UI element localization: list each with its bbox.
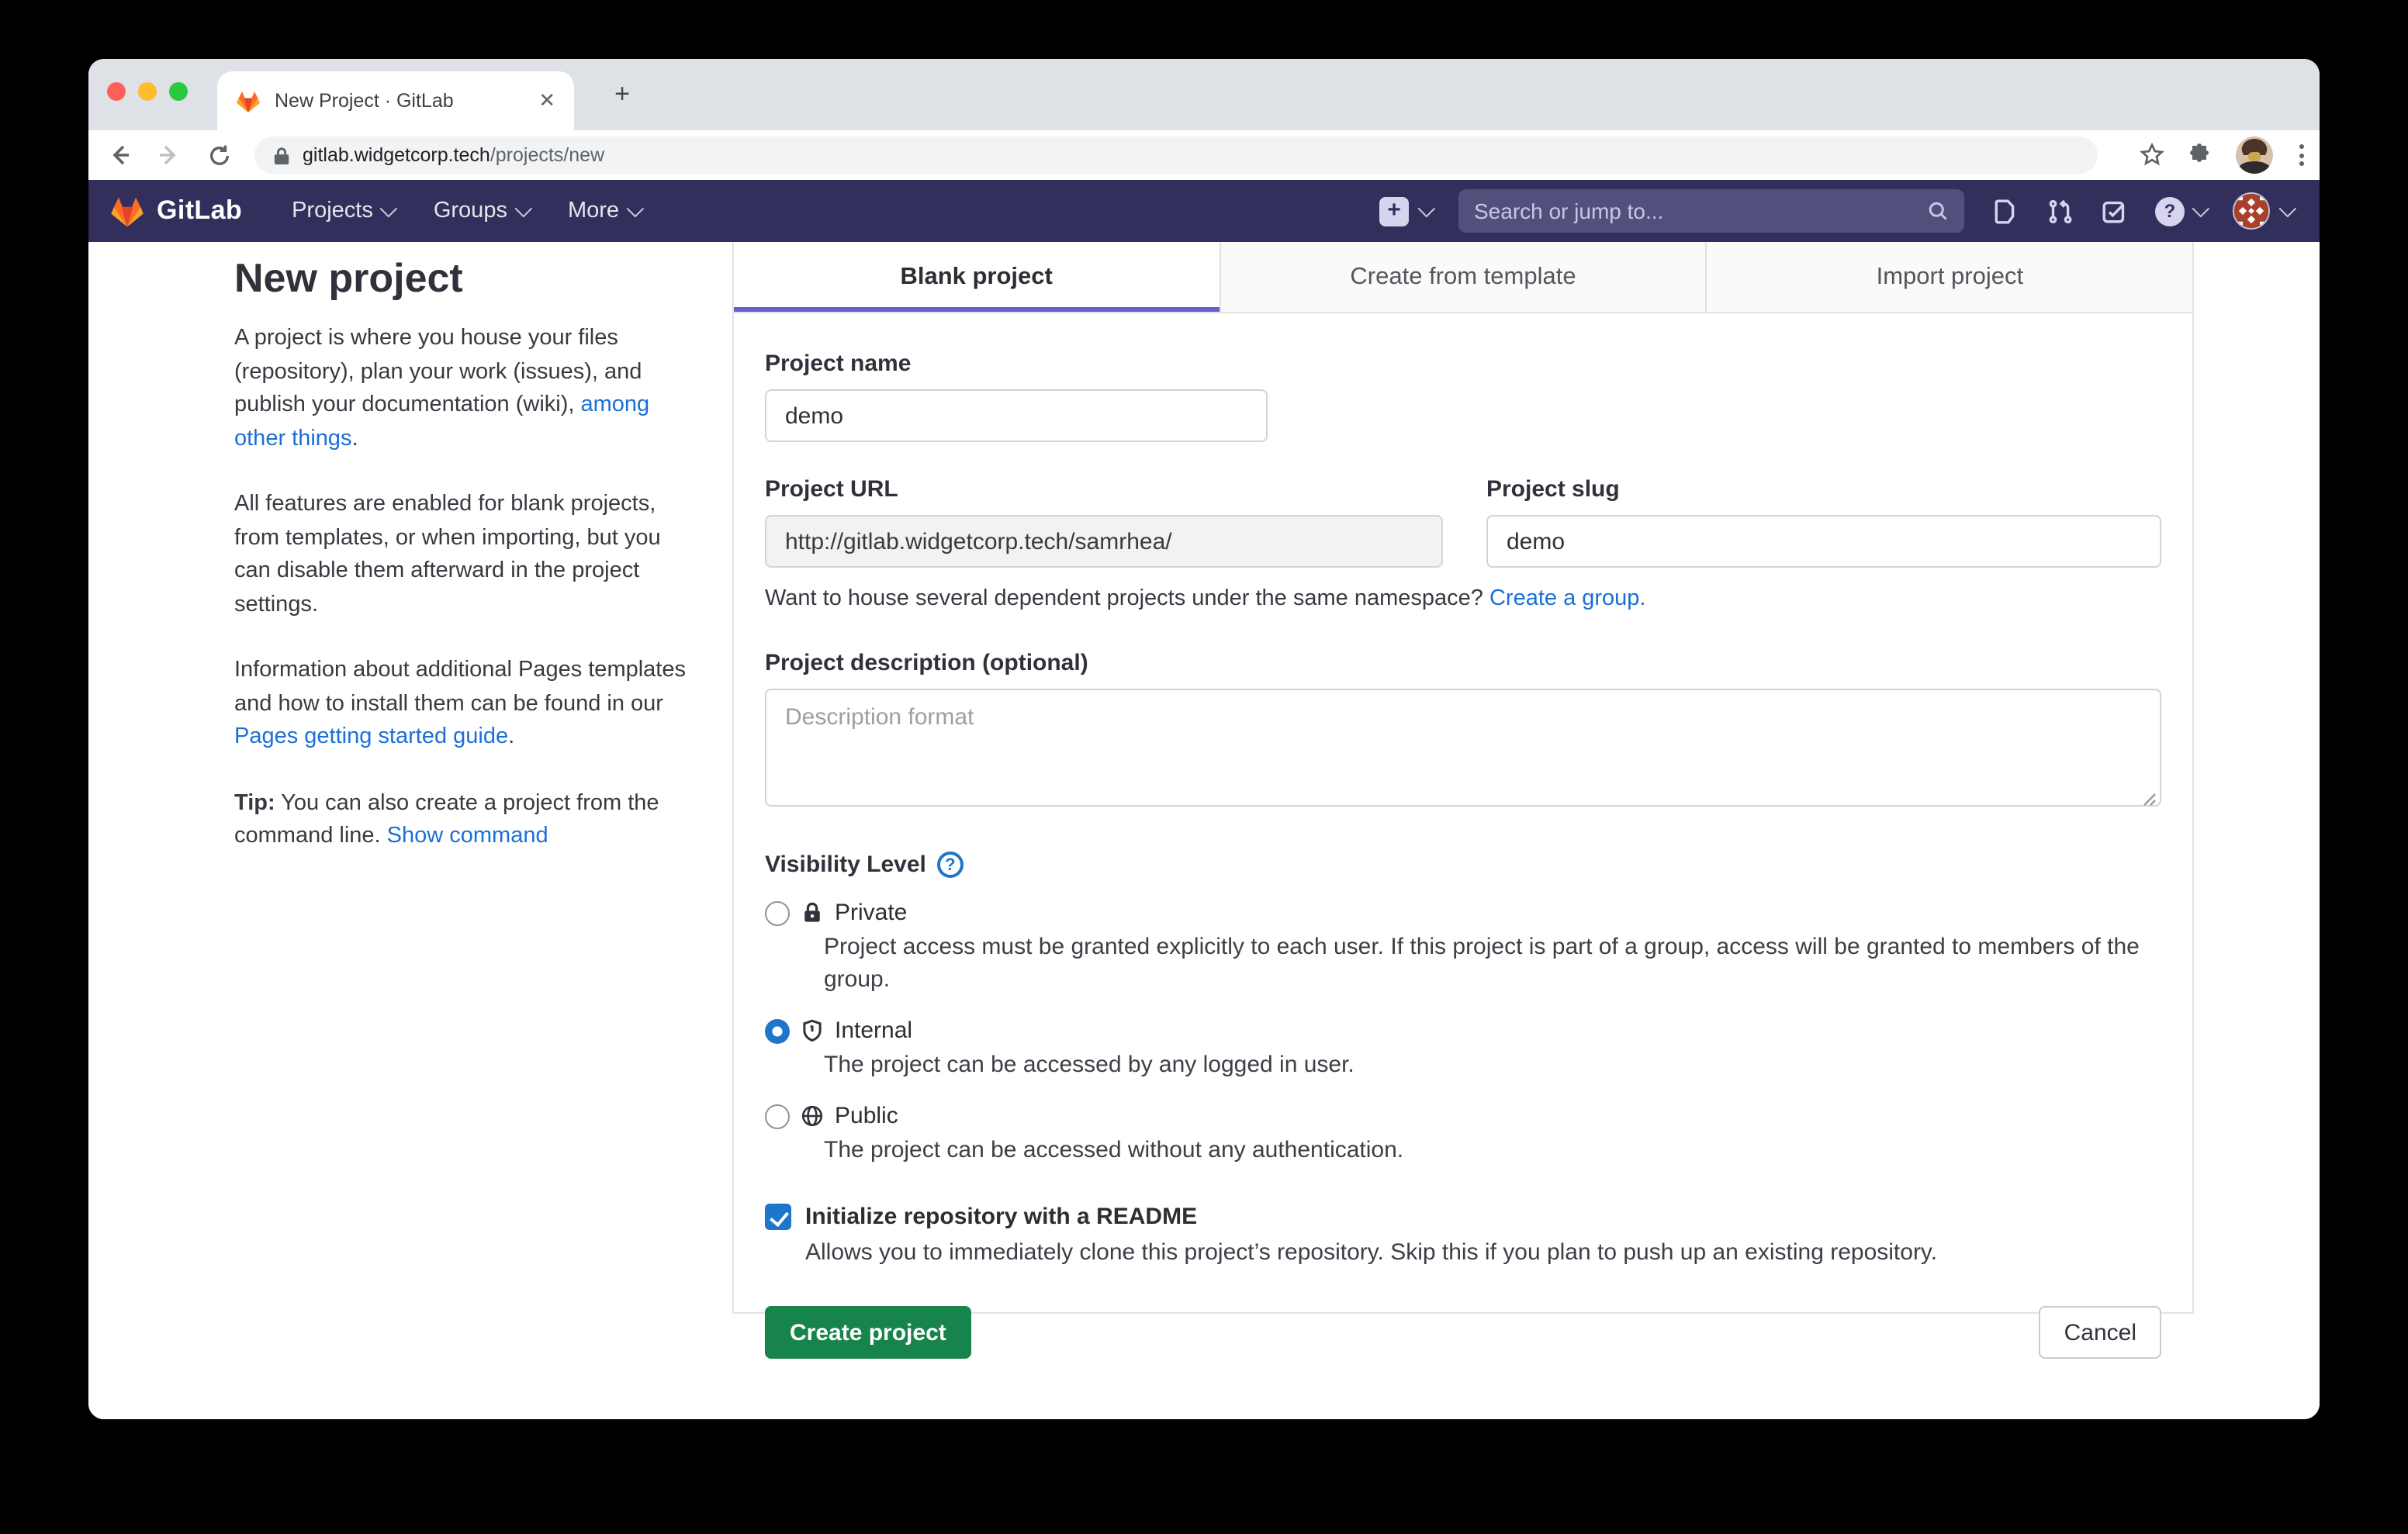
nav-projects[interactable]: Projects [292, 199, 393, 223]
url-path: /projects/new [490, 144, 604, 166]
initialize-readme-description: Allows you to immediately clone this pro… [805, 1239, 2161, 1266]
browser-profile-avatar[interactable] [2236, 136, 2273, 174]
chevron-down-icon [2192, 200, 2210, 218]
help-menu[interactable]: ? [2155, 196, 2205, 226]
help-sidebar: New project A project is where you house… [234, 254, 687, 886]
forward-icon[interactable] [150, 136, 188, 174]
project-name-label: Project name [765, 351, 2161, 377]
project-description-label: Project description (optional) [765, 650, 2161, 676]
visibility-option-public: Public The project can be accessed witho… [765, 1103, 2161, 1166]
https-lock-icon [273, 145, 290, 165]
project-type-tabs: Blank project Create from template Impor… [734, 242, 2192, 313]
search-box[interactable] [1458, 189, 1964, 233]
sidebar-tip: Tip: You can also create a project from … [234, 787, 687, 854]
url-domain: gitlab.widgetcorp.tech [303, 144, 490, 166]
brand-name: GitLab [157, 195, 242, 226]
nav-more[interactable]: More [568, 199, 639, 223]
create-group-link[interactable]: Create a group. [1489, 586, 1646, 611]
chevron-down-icon [627, 200, 645, 218]
initialize-readme-checkbox[interactable] [765, 1204, 791, 1230]
close-window-button[interactable] [107, 82, 126, 101]
new-project-panel: Blank project Create from template Impor… [732, 242, 2194, 1314]
url-bar[interactable]: gitlab.widgetcorp.tech/projects/new [254, 136, 2098, 174]
pages-guide-link[interactable]: Pages getting started guide [234, 724, 508, 749]
maximize-window-button[interactable] [169, 82, 188, 101]
sidebar-paragraph: All features are enabled for blank proje… [234, 489, 687, 622]
tanuki-icon [110, 195, 144, 227]
window-controls[interactable] [107, 82, 188, 101]
search-icon [1927, 200, 1949, 222]
browser-menu-icon[interactable] [2296, 141, 2307, 169]
page-content: New project A project is where you house… [88, 242, 2320, 1419]
sidebar-paragraph: Information about additional Pages templ… [234, 655, 687, 755]
search-input[interactable] [1474, 199, 1927, 223]
internal-description: The project can be accessed by any logge… [824, 1049, 2161, 1081]
project-slug-input[interactable] [1486, 515, 2161, 568]
tab-title: New Project · GitLab [275, 90, 535, 112]
visibility-option-internal: Internal The project can be accessed by … [765, 1017, 2161, 1081]
tab-create-from-template[interactable]: Create from template [1219, 242, 1705, 312]
tab-close-icon[interactable]: ✕ [535, 88, 559, 113]
public-description: The project can be accessed without any … [824, 1134, 2161, 1166]
internal-radio[interactable] [765, 1018, 790, 1043]
tab-blank-project[interactable]: Blank project [734, 242, 1219, 312]
new-menu[interactable]: + [1379, 196, 1431, 226]
internal-label: Internal [835, 1017, 912, 1044]
merge-requests-icon[interactable] [2046, 198, 2073, 224]
bookmark-star-icon[interactable] [2140, 143, 2164, 168]
user-menu[interactable] [2233, 192, 2292, 230]
visibility-help-icon[interactable]: ? [937, 852, 964, 878]
sidebar-paragraph: A project is where you house your files … [234, 323, 687, 456]
visibility-level-label: Visibility Level ? [765, 852, 2161, 878]
chevron-down-icon [1418, 200, 1436, 218]
show-command-link[interactable]: Show command [387, 824, 548, 848]
cancel-button[interactable]: Cancel [2040, 1306, 2161, 1359]
nav-groups[interactable]: Groups [434, 199, 528, 223]
minimize-window-button[interactable] [138, 82, 157, 101]
browser-window: New Project · GitLab ✕ + gitlab.widgetco… [88, 59, 2320, 1419]
browser-tab[interactable]: New Project · GitLab ✕ [217, 71, 574, 130]
help-icon: ? [2155, 196, 2185, 226]
initialize-readme-label: Initialize repository with a README [805, 1204, 1197, 1230]
private-label: Private [835, 900, 907, 926]
extensions-puzzle-icon[interactable] [2188, 143, 2213, 168]
private-description: Project access must be granted explicitl… [824, 931, 2161, 996]
project-slug-label: Project slug [1486, 476, 2161, 503]
tab-import-project[interactable]: Import project [1706, 242, 2192, 312]
create-project-button[interactable]: Create project [765, 1306, 971, 1359]
chevron-down-icon [514, 200, 532, 218]
project-name-input[interactable] [765, 389, 1268, 442]
page-title: New project [234, 254, 687, 302]
gitlab-logo[interactable]: GitLab [110, 195, 242, 227]
gitlab-navbar: GitLab Projects Groups More + [88, 180, 2320, 242]
reload-icon[interactable] [200, 136, 237, 174]
resize-grip-icon[interactable] [2143, 793, 2157, 807]
user-avatar [2233, 192, 2270, 230]
new-tab-button[interactable]: + [607, 79, 638, 110]
namespace-hint: Want to house several dependent projects… [765, 586, 2161, 611]
public-label: Public [835, 1103, 898, 1129]
gitlab-favicon [236, 89, 261, 112]
chevron-down-icon [380, 200, 398, 218]
todos-icon[interactable] [2101, 198, 2127, 224]
shield-icon [801, 1019, 824, 1042]
visibility-option-private: Private Project access must be granted e… [765, 900, 2161, 996]
issues-icon[interactable] [1992, 198, 2019, 224]
chevron-down-icon [2279, 200, 2297, 218]
browser-toolbar: gitlab.widgetcorp.tech/projects/new [88, 130, 2320, 180]
plus-icon: + [1379, 196, 1409, 226]
private-radio[interactable] [765, 900, 790, 925]
project-url-label: Project URL [765, 476, 1443, 503]
project-description-textarea[interactable] [765, 689, 2161, 807]
project-url-input[interactable] [765, 515, 1443, 568]
public-radio[interactable] [765, 1104, 790, 1128]
back-icon[interactable] [101, 136, 138, 174]
globe-icon [801, 1104, 824, 1128]
browser-tab-strip: New Project · GitLab ✕ + [88, 59, 2320, 130]
lock-icon [801, 901, 824, 924]
blank-project-form: Project name Project URL Project slug Wa… [734, 351, 2192, 1359]
